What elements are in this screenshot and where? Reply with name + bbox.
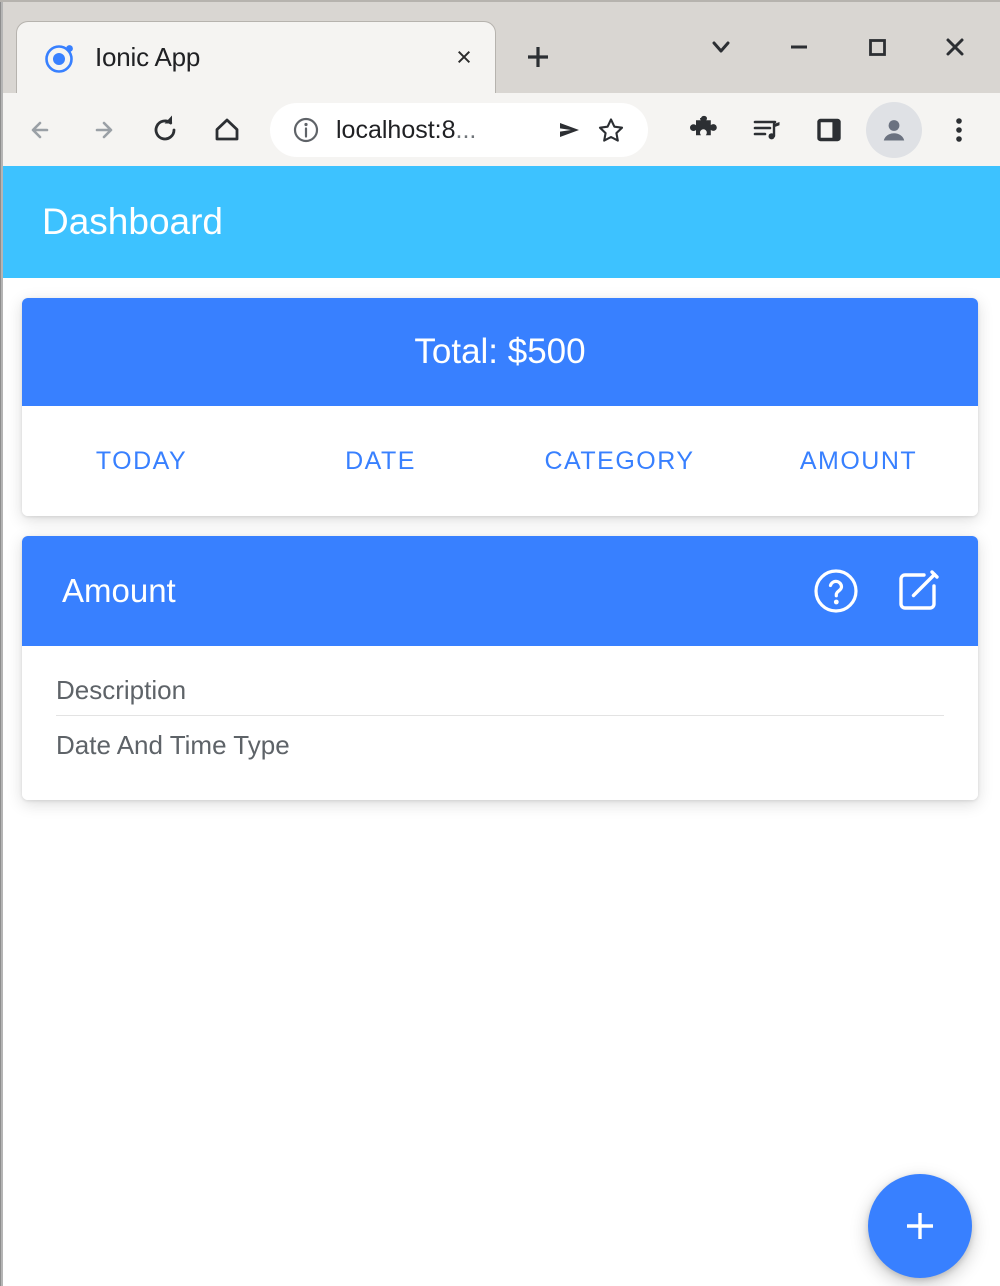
help-circle-outline-icon[interactable] xyxy=(808,563,864,619)
ionic-logo-icon xyxy=(43,41,77,75)
amount-card-title: Amount xyxy=(62,572,176,609)
total-card: Total: $500 Today Date Category Amount xyxy=(22,298,978,516)
profile-avatar[interactable] xyxy=(866,102,922,158)
home-button[interactable] xyxy=(196,99,258,161)
minimize-icon xyxy=(791,45,807,49)
close-icon xyxy=(946,38,964,56)
window-controls xyxy=(682,1,1000,93)
close-window-button[interactable] xyxy=(916,12,994,82)
puzzle-icon xyxy=(690,115,717,136)
browser-tab-title: Ionic App xyxy=(95,42,201,72)
toolbar-right-group xyxy=(674,99,990,161)
browser-tab-ionic-app[interactable]: Ionic App × xyxy=(16,21,496,93)
site-info-icon[interactable] xyxy=(290,114,322,146)
amount-card-actions xyxy=(808,563,946,619)
media-playlist-button[interactable] xyxy=(736,99,798,161)
url-visible-part: localhost:8 xyxy=(336,115,456,144)
segment-button-category[interactable]: Category xyxy=(500,406,739,516)
browser-window: Ionic App × localhost:8... Dashboard Tot… xyxy=(0,0,1000,1286)
app-viewport: Dashboard Total: $500 Today Date Categor… xyxy=(0,166,1000,1286)
amount-card-header: Amount xyxy=(22,536,978,646)
arrow-right-icon xyxy=(95,121,113,139)
maximize-button[interactable] xyxy=(838,12,916,82)
kebab-menu-icon xyxy=(956,118,962,142)
bookmark-star-icon[interactable] xyxy=(590,109,632,151)
minimize-button[interactable] xyxy=(760,12,838,82)
page-title: Dashboard xyxy=(42,201,224,242)
chevron-down-icon xyxy=(712,41,730,53)
add-fab-button[interactable] xyxy=(868,1174,972,1278)
back-button[interactable] xyxy=(10,99,72,161)
amount-card-list: Description Date And Time Type xyxy=(22,666,978,800)
tab-strip: Ionic App × xyxy=(0,1,564,93)
address-bar[interactable]: localhost:8... xyxy=(270,103,648,157)
list-item-date-and-time-type[interactable]: Date And Time Type xyxy=(56,716,944,774)
reload-icon xyxy=(154,115,176,141)
browser-chrome: Ionic App × localhost:8... xyxy=(0,0,1000,167)
reload-button[interactable] xyxy=(134,99,196,161)
browser-toolbar: localhost:8... xyxy=(0,93,1000,167)
add-icon xyxy=(907,1213,933,1239)
create-outline-icon[interactable] xyxy=(890,563,946,619)
close-icon[interactable]: × xyxy=(447,41,481,75)
segment-button-amount[interactable]: Amount xyxy=(739,406,978,516)
new-tab-button[interactable] xyxy=(512,31,564,83)
plus-icon xyxy=(528,47,548,67)
url-text[interactable]: localhost:8... xyxy=(336,116,548,145)
total-amount-label: Total: $500 xyxy=(414,332,586,371)
segment-button-date[interactable]: Date xyxy=(261,406,500,516)
side-panel-icon xyxy=(817,118,841,142)
filter-segment: Today Date Category Amount xyxy=(22,406,978,516)
segment-button-today[interactable]: Today xyxy=(22,406,261,516)
browser-titlebar: Ionic App × xyxy=(0,1,1000,93)
amount-card: Amount Description Date And Time Type xyxy=(22,536,978,800)
total-card-header: Total: $500 xyxy=(22,298,978,406)
send-icon[interactable] xyxy=(548,109,590,151)
app-content: Total: $500 Today Date Category Amount A… xyxy=(0,298,1000,1286)
list-item-description[interactable]: Description xyxy=(56,666,944,716)
app-header: Dashboard xyxy=(0,166,1000,278)
arrow-left-icon xyxy=(31,121,49,139)
forward-button[interactable] xyxy=(72,99,134,161)
side-panel-button[interactable] xyxy=(798,99,860,161)
extensions-button[interactable] xyxy=(674,99,736,161)
browser-menu-button[interactable] xyxy=(928,99,990,161)
person-icon xyxy=(883,120,905,141)
url-truncation: ... xyxy=(455,115,477,144)
maximize-icon xyxy=(869,39,886,56)
tab-search-button[interactable] xyxy=(682,12,760,82)
home-icon xyxy=(215,118,239,141)
media-playlist-icon xyxy=(753,120,780,140)
